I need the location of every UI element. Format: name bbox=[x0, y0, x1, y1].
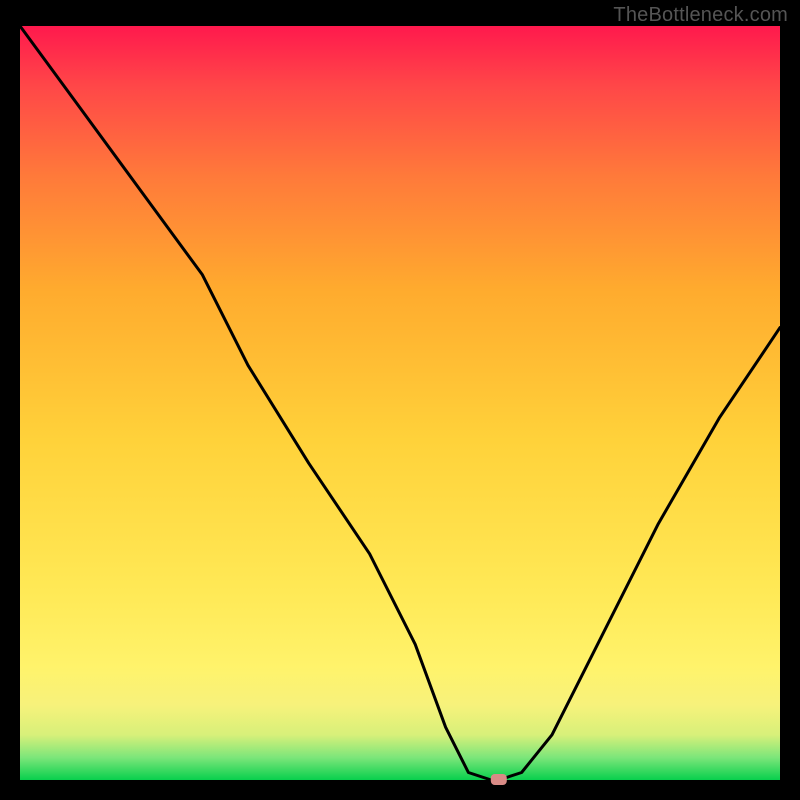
bottleneck-curve bbox=[20, 26, 780, 780]
plot-area bbox=[20, 26, 780, 780]
chart-frame: TheBottleneck.com bbox=[0, 0, 800, 800]
curve-path bbox=[20, 26, 780, 780]
watermark-label: TheBottleneck.com bbox=[613, 4, 788, 27]
minimum-marker bbox=[491, 774, 507, 785]
